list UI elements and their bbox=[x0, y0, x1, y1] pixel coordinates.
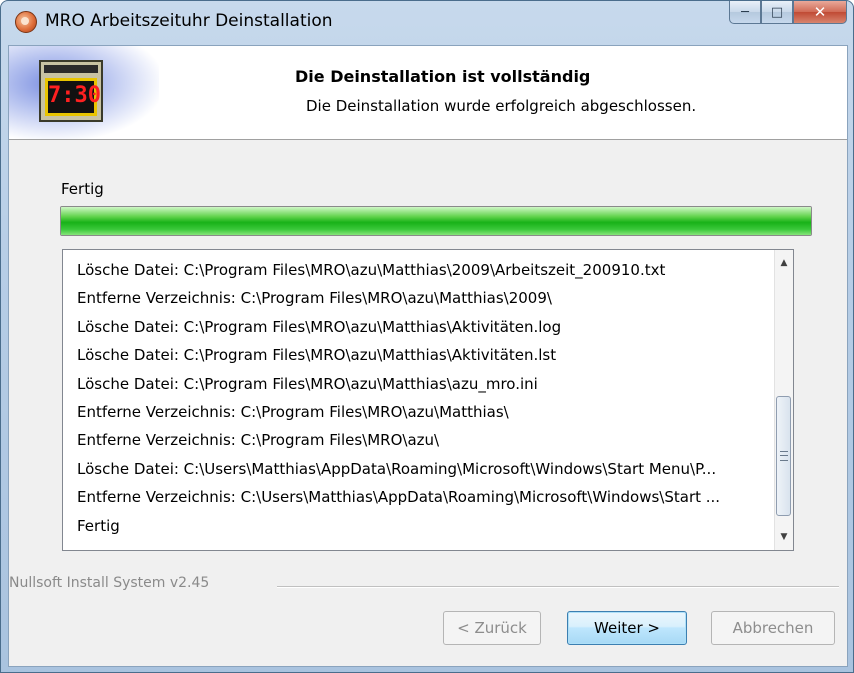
caption-buttons: ─ □ ✕ bbox=[729, 1, 847, 25]
details-log[interactable]: Lösche Datei: C:\Program Files\MRO\azu\M… bbox=[62, 249, 794, 551]
scroll-up-icon[interactable]: ▲ bbox=[775, 254, 793, 272]
header-subtitle: Die Deinstallation wurde erfolgreich abg… bbox=[306, 97, 697, 115]
status-label: Fertig bbox=[61, 180, 104, 198]
log-line: Lösche Datei: C:\Users\Matthias\AppData\… bbox=[77, 459, 717, 478]
installer-window: MRO Arbeitszeituhr Deinstallation ─ □ ✕ … bbox=[0, 0, 854, 673]
log-line: Entferne Verzeichnis: C:\Program Files\M… bbox=[77, 403, 509, 422]
clock-topbar bbox=[44, 65, 98, 73]
minimize-icon: ─ bbox=[741, 4, 749, 20]
maximize-icon: □ bbox=[770, 4, 784, 20]
progress-fill bbox=[61, 207, 811, 235]
scrollbar-thumb[interactable] bbox=[776, 396, 791, 516]
title-bar[interactable]: MRO Arbeitszeituhr Deinstallation ─ □ ✕ bbox=[1, 1, 853, 45]
clock-display: 7:30 bbox=[45, 78, 101, 116]
close-button[interactable]: ✕ bbox=[793, 1, 847, 24]
header-title: Die Deinstallation ist vollständig bbox=[295, 67, 591, 86]
app-icon bbox=[15, 11, 37, 33]
header-panel: 7:30 Die Deinstallation ist vollständig … bbox=[9, 46, 847, 140]
grip-icon bbox=[780, 451, 788, 461]
branding-text: Nullsoft Install System v2.45 bbox=[9, 575, 210, 591]
log-line: Lösche Datei: C:\Program Files\MRO\azu\M… bbox=[77, 374, 538, 393]
minimize-button[interactable]: ─ bbox=[729, 1, 761, 24]
log-line: Lösche Datei: C:\Program Files\MRO\azu\M… bbox=[77, 261, 666, 279]
window-title: MRO Arbeitszeituhr Deinstallation bbox=[45, 11, 333, 31]
log-lines: Lösche Datei: C:\Program Files\MRO\azu\M… bbox=[77, 256, 771, 540]
cancel-button[interactable]: Abbrechen bbox=[711, 611, 835, 645]
vertical-scrollbar[interactable]: ▲ ▼ bbox=[774, 250, 793, 550]
log-line: Entferne Verzeichnis: C:\Program Files\M… bbox=[77, 289, 552, 308]
clock-logo-icon: 7:30 bbox=[39, 60, 103, 122]
log-line: Fertig bbox=[77, 516, 120, 535]
close-icon: ✕ bbox=[813, 3, 827, 21]
progress-bar bbox=[60, 206, 812, 236]
next-button[interactable]: Weiter > bbox=[567, 611, 687, 645]
log-line: Entferne Verzeichnis: C:\Users\Matthias\… bbox=[77, 488, 721, 507]
dialog-client-area: 7:30 Die Deinstallation ist vollständig … bbox=[8, 45, 848, 667]
scroll-down-icon[interactable]: ▼ bbox=[775, 528, 793, 546]
log-line: Entferne Verzeichnis: C:\Program Files\M… bbox=[77, 431, 440, 450]
log-line: Lösche Datei: C:\Program Files\MRO\azu\M… bbox=[77, 317, 562, 336]
branding-divider bbox=[277, 586, 839, 588]
maximize-button[interactable]: □ bbox=[761, 1, 793, 24]
log-line: Lösche Datei: C:\Program Files\MRO\azu\M… bbox=[77, 346, 557, 365]
back-button[interactable]: < Zurück bbox=[443, 611, 541, 645]
